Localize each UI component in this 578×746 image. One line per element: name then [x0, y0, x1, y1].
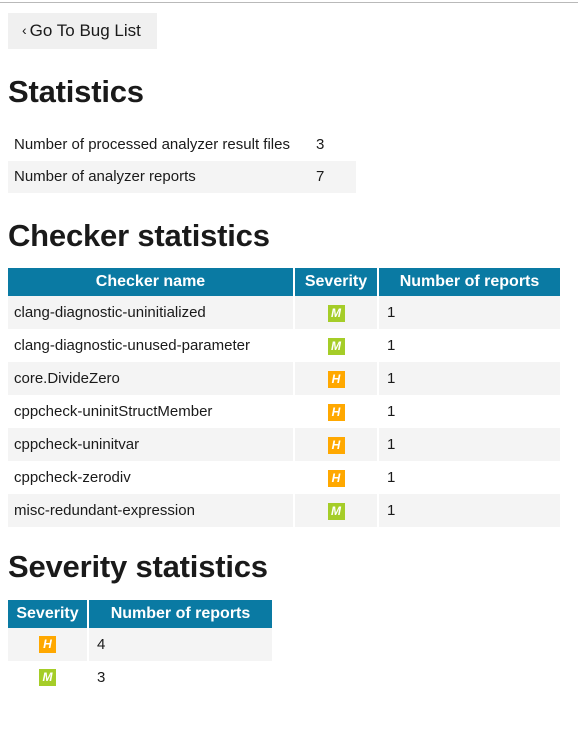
severity-medium-icon: M: [327, 337, 345, 355]
severity-high-icon: H: [39, 636, 56, 654]
checker-name-cell[interactable]: cppcheck-zerodiv: [8, 461, 295, 495]
statistics-table: Number of processed analyzer result file…: [8, 128, 356, 193]
chevron-left-icon: ‹: [22, 22, 27, 38]
table-header-row: Checker name Severity Number of reports: [8, 268, 560, 297]
severity-statistics-heading: Severity statistics: [8, 549, 268, 585]
column-header-number-of-reports[interactable]: Number of reports: [88, 599, 272, 628]
severity-cell: H: [294, 461, 379, 495]
severity-cell: H: [294, 428, 379, 462]
report-count-cell: 1: [378, 362, 560, 396]
severity-cell: M: [8, 660, 89, 694]
statistics-label: Number of analyzer reports: [8, 160, 310, 193]
severity-medium-icon: M: [327, 502, 345, 520]
table-row: Number of analyzer reports 7: [8, 160, 356, 193]
go-to-bug-list-label: Go To Bug List: [29, 21, 141, 40]
table-row: clang-diagnostic-unused-parameter M 1: [8, 329, 560, 363]
report-count-cell: 1: [378, 296, 560, 330]
table-header-row: Severity Number of reports: [8, 599, 272, 628]
report-count-cell: 1: [378, 494, 560, 528]
statistics-value: 3: [310, 128, 356, 161]
statistics-page: ‹ Go To Bug List Statistics Number of pro…: [0, 0, 578, 694]
severity-medium-icon: M: [327, 304, 345, 322]
table-row: core.DivideZero H 1: [8, 362, 560, 396]
statistics-value: 7: [310, 160, 356, 193]
checker-name-cell[interactable]: cppcheck-uninitStructMember: [8, 395, 295, 429]
statistics-table-body: Number of processed analyzer result file…: [8, 128, 356, 193]
back-navigation-bar: ‹ Go To Bug List: [0, 0, 578, 49]
severity-statistics-table: Severity Number of reports H 4 M 3: [8, 599, 272, 694]
report-count-cell: 1: [378, 461, 560, 495]
severity-cell: H: [294, 395, 379, 429]
report-count-cell: 3: [88, 660, 272, 694]
severity-high-icon: H: [327, 469, 345, 487]
table-row: clang-diagnostic-uninitialized M 1: [8, 296, 560, 330]
severity-high-icon: H: [327, 436, 345, 454]
checker-name-cell[interactable]: clang-diagnostic-unused-parameter: [8, 329, 295, 363]
severity-cell: M: [294, 296, 379, 330]
statistics-label: Number of processed analyzer result file…: [8, 128, 310, 161]
column-header-checker-name[interactable]: Checker name: [8, 268, 295, 297]
checker-name-cell[interactable]: misc-redundant-expression: [8, 494, 295, 528]
severity-medium-icon: M: [39, 669, 56, 687]
severity-statistics-table-head: Severity Number of reports: [8, 599, 272, 628]
table-row: cppcheck-zerodiv H 1: [8, 461, 560, 495]
checker-name-cell[interactable]: core.DivideZero: [8, 362, 295, 396]
table-row: misc-redundant-expression M 1: [8, 494, 560, 528]
checker-statistics-heading: Checker statistics: [8, 217, 270, 253]
report-count-cell: 1: [378, 395, 560, 429]
severity-high-icon: H: [327, 403, 345, 421]
column-header-severity[interactable]: Severity: [8, 599, 89, 628]
go-to-bug-list-button[interactable]: ‹ Go To Bug List: [8, 13, 157, 49]
table-row: Number of processed analyzer result file…: [8, 128, 356, 161]
severity-statistics-table-body: H 4 M 3: [8, 627, 272, 694]
table-row: M 3: [8, 660, 272, 694]
table-row: cppcheck-uninitStructMember H 1: [8, 395, 560, 429]
column-header-number-of-reports[interactable]: Number of reports: [378, 268, 560, 297]
checker-statistics-table-head: Checker name Severity Number of reports: [8, 268, 560, 297]
checker-name-cell[interactable]: clang-diagnostic-uninitialized: [8, 296, 295, 330]
checker-name-cell[interactable]: cppcheck-uninitvar: [8, 428, 295, 462]
severity-cell: M: [294, 494, 379, 528]
column-header-severity[interactable]: Severity: [294, 268, 379, 297]
severity-high-icon: H: [327, 370, 345, 388]
report-count-cell: 4: [88, 627, 272, 661]
checker-statistics-table-body: clang-diagnostic-uninitialized M 1 clang…: [8, 296, 560, 528]
table-row: cppcheck-uninitvar H 1: [8, 428, 560, 462]
severity-cell: M: [294, 329, 379, 363]
severity-cell: H: [294, 362, 379, 396]
severity-cell: H: [8, 627, 89, 661]
report-count-cell: 1: [378, 428, 560, 462]
statistics-heading: Statistics: [8, 74, 144, 109]
table-row: H 4: [8, 627, 272, 661]
checker-statistics-table: Checker name Severity Number of reports …: [8, 268, 560, 528]
report-count-cell: 1: [378, 329, 560, 363]
